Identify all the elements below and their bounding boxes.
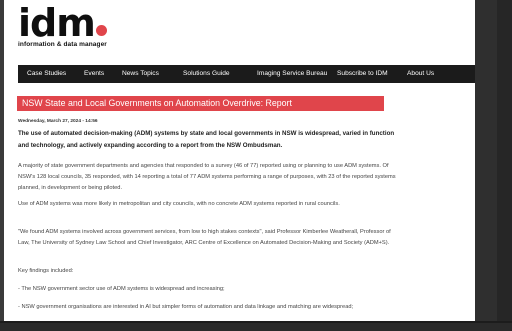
window-edge-left bbox=[0, 0, 4, 331]
frame-stripe bbox=[497, 0, 512, 331]
nav-item-case-studies[interactable]: Case Studies bbox=[27, 65, 66, 83]
article-page: idm information & data manager Case Stud… bbox=[0, 0, 512, 331]
site-logo[interactable]: idm information & data manager bbox=[18, 3, 107, 48]
window-frame-bottom bbox=[0, 321, 512, 331]
article-paragraph: Key findings included: bbox=[18, 268, 74, 274]
frame-line bbox=[0, 321, 512, 323]
nav-item-events[interactable]: Events bbox=[84, 65, 104, 83]
logo-tagline: information & data manager bbox=[18, 41, 107, 48]
article-paragraph: - NSW government organisations are inter… bbox=[18, 304, 354, 310]
window-frame-right bbox=[475, 0, 512, 331]
article-paragraph: Use of ADM systems was more likely in me… bbox=[18, 201, 340, 207]
article-paragraph: "We found ADM systems involved across go… bbox=[18, 229, 391, 246]
main-nav: Case Studies Events News Topics Solution… bbox=[18, 65, 512, 83]
article-date: Wednesday, March 27, 2024 - 14:56 bbox=[18, 119, 98, 124]
nav-item-news-topics[interactable]: News Topics bbox=[122, 65, 159, 83]
article-title-bar: NSW State and Local Governments on Autom… bbox=[17, 96, 384, 111]
nav-item-solutions-guide[interactable]: Solutions Guide bbox=[183, 65, 230, 83]
article-lead: The use of automated decision-making (AD… bbox=[18, 130, 395, 149]
logo-dot-icon bbox=[95, 25, 107, 36]
article-paragraph: A majority of state government departmen… bbox=[18, 163, 396, 191]
article-paragraph: - The NSW government sector use of ADM s… bbox=[18, 286, 225, 292]
article-title: NSW State and Local Governments on Autom… bbox=[22, 98, 292, 108]
nav-item-imaging-service-bureau[interactable]: Imaging Service Bureau bbox=[257, 65, 327, 83]
nav-item-about-us[interactable]: About Us bbox=[407, 65, 434, 83]
logo-wordmark: idm bbox=[18, 3, 107, 43]
nav-item-subscribe[interactable]: Subscribe to IDM bbox=[337, 65, 388, 83]
